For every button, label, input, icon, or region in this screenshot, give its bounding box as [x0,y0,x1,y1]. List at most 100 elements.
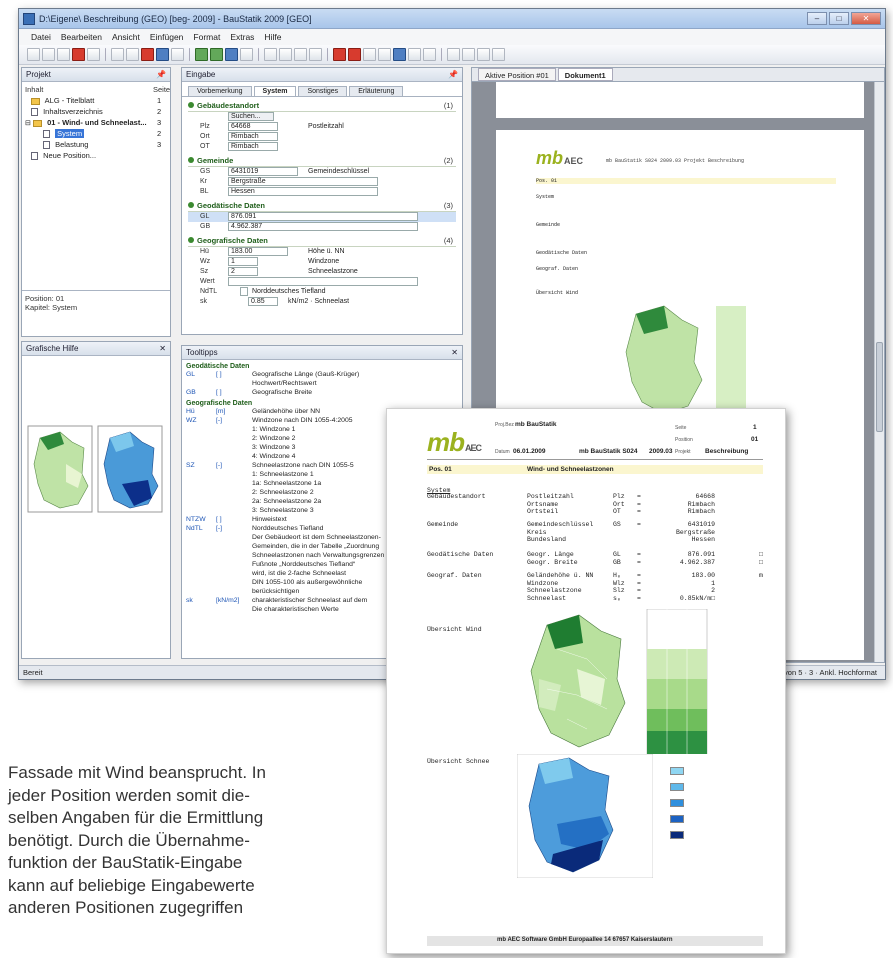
first-page-icon[interactable] [447,48,460,61]
grid-icon[interactable] [309,48,322,61]
print-icon[interactable] [240,48,253,61]
check-icon[interactable] [210,48,223,61]
zoom-out-icon[interactable] [378,48,391,61]
tooltip-unit: [m] [216,408,226,415]
menu-extras[interactable]: Extras [230,29,254,45]
tree-item[interactable]: Inhaltsverzeichnis 2 [25,106,167,117]
collapse-icon[interactable]: ⊟ [25,120,31,127]
group-gemeinde[interactable]: Gemeinde (2) [188,155,456,167]
document-row-cell: Plz [613,493,625,500]
tiefland-checkbox[interactable] [240,287,248,296]
ort-field[interactable]: Rimbach [228,132,278,141]
maximize-button[interactable]: □ [829,12,849,25]
document-scrollbar[interactable] [874,82,884,662]
tab-dokument1[interactable]: Dokument1 [557,68,613,81]
table-icon[interactable] [279,48,292,61]
delete-icon[interactable] [72,48,85,61]
close-icon[interactable]: ✕ [159,342,166,356]
windzone-select[interactable]: 1 [228,257,258,266]
input-row: Sz 2 Schneelastzone [200,267,358,276]
body-line: Fassade mit Wind beansprucht. In [8,763,266,782]
menu-hilfe[interactable]: Hilfe [264,29,281,45]
copy-icon[interactable] [171,48,184,61]
document-row-cell: 6431019 [687,521,715,528]
eingabe-panel-title: Eingabe [186,70,216,79]
tab-sonstiges[interactable]: Sonstiges [298,86,348,96]
graphic-icon[interactable] [225,48,238,61]
menu-format[interactable]: Format [193,29,220,45]
menu-bearbeiten[interactable]: Bearbeiten [61,29,102,45]
tree-item-selected[interactable]: System 2 [25,128,167,139]
undo-icon[interactable] [111,48,124,61]
tab-erlaeuterung[interactable]: Erläuterung [349,86,404,96]
tree-item[interactable]: Neue Position... [25,150,167,161]
plz-field[interactable]: 64668 [228,122,278,131]
ortsteil-field[interactable]: Rimbach [228,142,278,151]
gemeindeschluessel-field[interactable]: 6431019 [228,167,298,176]
new-icon[interactable] [27,48,40,61]
tooltip-text: 1: Schneelastzone 1 [252,471,314,478]
legend-zone-1 [670,767,684,775]
input-row: Wz 1 Windzone [200,257,340,266]
tab-aktive-position[interactable]: Aktive Position #01 [478,68,556,81]
column-seite: Seite [153,85,171,94]
tree-item[interactable]: Belastung 3 [25,139,167,150]
schneelastzone-select[interactable]: 2 [228,267,258,276]
last-page-icon[interactable] [492,48,505,61]
menu-bar: Datei Bearbeiten Ansicht Einfügen Format… [19,29,885,45]
insert-position-icon[interactable] [156,48,169,61]
menu-einfuegen[interactable]: Einfügen [150,29,184,45]
tree-item-label: Neue Position... [43,151,97,160]
two-page-icon[interactable] [408,48,421,61]
pin-icon[interactable]: 📌 [448,68,458,82]
open-icon[interactable] [42,48,55,61]
stop-icon[interactable] [141,48,154,61]
bundesland-field[interactable]: Hessen [228,187,378,196]
hoehe-field[interactable]: 183.00 [228,247,288,256]
zoom-in-icon[interactable] [363,48,376,61]
group-geografische-daten[interactable]: Geografische Daten (4) [188,235,456,247]
next-page-icon[interactable] [477,48,490,61]
tree-item[interactable]: ⊟ 01 - Wind- und Schneelast... 3 [25,117,167,128]
format-icon[interactable] [294,48,307,61]
tree-item[interactable]: ALG - Titelblatt 1 [25,95,167,106]
document-row-cell: Hessen [691,536,715,543]
group-geodaetische-daten[interactable]: Geodätische Daten (3) [188,200,456,212]
geogr-breite-field[interactable]: 4.962.387 [228,222,418,231]
body-line: jeder Position werden somit die- [8,785,250,805]
cut-icon[interactable] [87,48,100,61]
group-gebaeudestandort[interactable]: Gebäudestandort (1) [188,100,456,112]
document-row-label: Gebäudestandort [427,493,486,500]
back-page-row: Geodätische Daten [536,250,588,256]
back-page-logo: mbAEC [536,148,584,168]
expand-icon [188,102,194,108]
document-tabs: Aktive Position #01 Dokument1 [472,68,884,82]
search-button[interactable]: Suchen... [228,112,274,121]
fit-icon[interactable] [423,48,436,61]
schneelast-field[interactable]: 0.85 [248,297,278,306]
tab-system[interactable]: System [253,86,297,96]
minimize-button[interactable]: – [807,12,827,25]
title-bar: D:\Eigene\ Beschreibung (GEO) [beg- 2009… [19,9,885,29]
menu-datei[interactable]: Datei [31,29,51,45]
geogr-laenge-field[interactable]: 876.091 [228,212,418,221]
back-page-row: System [536,194,555,200]
calculate-icon[interactable] [195,48,208,61]
menu-ansicht[interactable]: Ansicht [112,29,140,45]
tree-item-label: Inhaltsverzeichnis [43,107,103,116]
document-row-cell: Windzone [527,579,559,587]
pin-icon[interactable]: 📌 [156,68,166,82]
tab-vorbemerkung[interactable]: Vorbemerkung [188,86,252,96]
scrollbar-thumb[interactable] [876,342,883,432]
wert-field[interactable] [228,277,418,286]
save-icon[interactable] [57,48,70,61]
page-view-icon[interactable] [393,48,406,61]
close-icon[interactable]: ✕ [451,346,458,360]
pdf-icon[interactable] [333,48,346,61]
prev-page-icon[interactable] [462,48,475,61]
close-button[interactable]: ✕ [851,12,881,25]
export-icon[interactable] [348,48,361,61]
kreis-field[interactable]: Bergstraße [228,177,378,186]
list-icon[interactable] [264,48,277,61]
redo-icon[interactable] [126,48,139,61]
